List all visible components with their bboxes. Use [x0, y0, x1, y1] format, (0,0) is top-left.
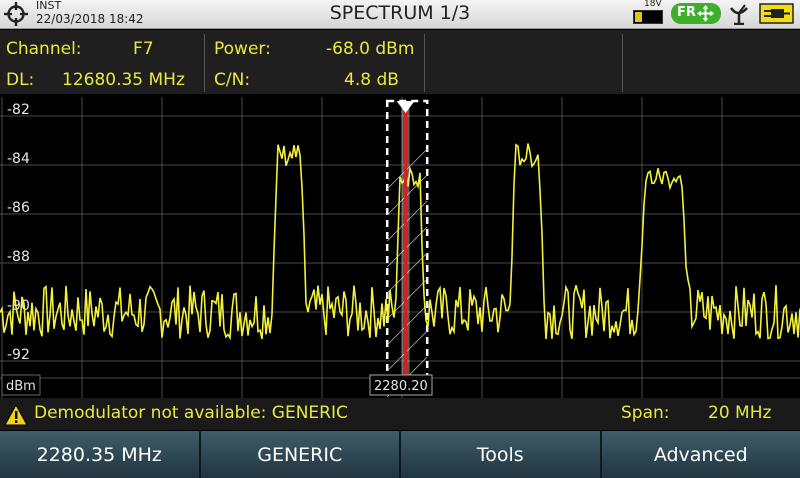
- y-tick-label: -92: [7, 347, 30, 363]
- cn-label: C/N:: [214, 70, 251, 90]
- measurement-panel: Channel: F7 DL: 12680.35 MHz Power: -68.…: [0, 30, 800, 94]
- move-arrows-icon: [696, 4, 715, 23]
- panel-divider: [204, 34, 205, 92]
- mode-label: INST: [36, 0, 62, 12]
- unit-label: dBm: [6, 379, 36, 394]
- status-bar: INST 22/03/2018 18:42 SPECTRUM 1/3 18V F…: [0, 0, 800, 29]
- plot-background: [0, 97, 800, 398]
- y-tick-label: -86: [7, 200, 30, 216]
- spectrum-plot[interactable]: -82-84-86-88-90-92 dBm 2280.20: [0, 97, 800, 398]
- panel-divider: [622, 34, 623, 92]
- span-label: Span:: [621, 403, 670, 423]
- tools-softkey[interactable]: Tools: [401, 431, 602, 478]
- datetime: 22/03/2018 18:42: [36, 12, 144, 26]
- fr-badge[interactable]: FR: [671, 3, 721, 24]
- span-value: 20 MHz: [708, 403, 772, 423]
- message-bar: Demodulator not available: GENERIC Span:…: [0, 398, 800, 430]
- fr-label: FR: [677, 5, 696, 20]
- softkey-bar: 2280.35 MHz GENERIC Tools Advanced: [0, 431, 800, 478]
- channel-label: Channel:: [6, 39, 82, 59]
- screen-title: SPECTRUM 1/3: [329, 2, 471, 24]
- panel-divider: [424, 34, 425, 92]
- power-plug-icon: [759, 3, 794, 24]
- warning-icon: [4, 404, 28, 426]
- antenna-icon: [729, 4, 748, 25]
- power-label: Power:: [214, 39, 271, 59]
- standard-softkey[interactable]: GENERIC: [200, 431, 401, 478]
- dl-value: 12680.35 MHz: [62, 70, 185, 90]
- dl-label: DL:: [6, 70, 35, 90]
- y-tick-label: -82: [7, 102, 30, 118]
- marker-frequency-label: 2280.20: [374, 379, 428, 394]
- channel-value: F7: [133, 39, 154, 59]
- battery-icon: [633, 10, 663, 24]
- status-message: Demodulator not available: GENERIC: [34, 403, 348, 423]
- cn-value: 4.8 dB: [344, 70, 399, 90]
- target-icon: [4, 2, 28, 26]
- frequency-softkey[interactable]: 2280.35 MHz: [0, 431, 201, 478]
- voltage-label: 18V: [644, 0, 662, 9]
- power-value: -68.0 dBm: [326, 39, 415, 59]
- advanced-softkey[interactable]: Advanced: [601, 431, 800, 478]
- y-tick-label: -84: [7, 151, 30, 167]
- y-tick-label: -88: [7, 249, 30, 265]
